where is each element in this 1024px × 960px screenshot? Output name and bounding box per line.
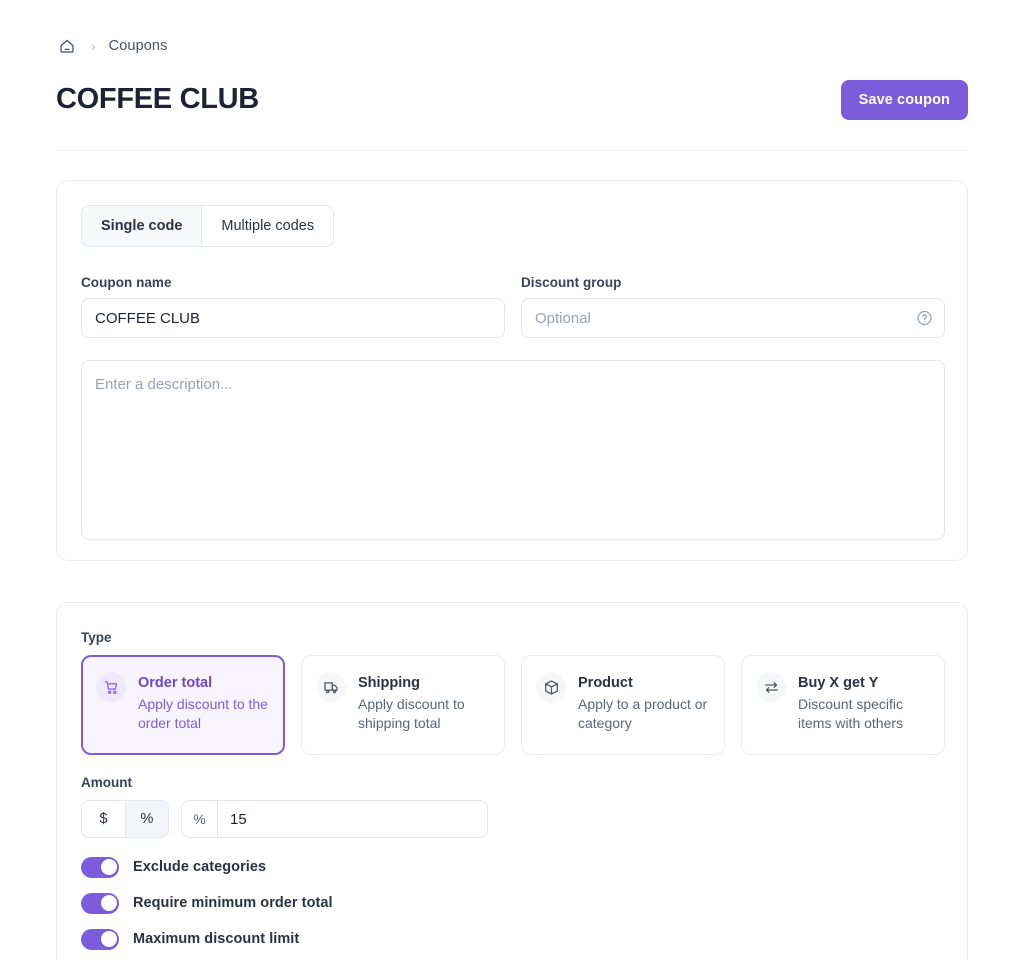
type-section-label: Type — [81, 630, 112, 645]
coupon-details-card: Single code Multiple codes Coupon name D… — [56, 180, 968, 561]
toggle-row-exclude-categories[interactable]: Exclude categories — [81, 856, 333, 878]
type-option-title: Order total — [138, 675, 213, 691]
question-circle-icon[interactable] — [916, 310, 933, 327]
require-minimum-order-total-switch[interactable] — [81, 892, 119, 914]
coupon-type-card: Type Order total Apply discount to the o… — [56, 602, 968, 960]
toggle-row-require-minimum-order-total[interactable]: Require minimum order total — [81, 892, 333, 914]
home-icon[interactable] — [56, 35, 78, 57]
type-option-description: Apply discount to the order total — [138, 695, 268, 732]
type-option-text: Shipping Apply discount to shipping tota… — [358, 674, 490, 734]
type-option-title: Shipping — [358, 675, 421, 691]
breadcrumb-item-coupons[interactable]: Coupons — [109, 38, 168, 54]
type-option-description: Discount specific items with others — [798, 695, 904, 732]
type-option-buy-x-get-y[interactable]: Buy X get Y Discount specific items with… — [741, 655, 945, 755]
type-option-shipping[interactable]: Shipping Apply discount to shipping tota… — [301, 655, 505, 755]
amount-unit-currency[interactable]: $ — [82, 801, 125, 837]
amount-input[interactable] — [218, 801, 487, 837]
page-title: COFFEE CLUB — [56, 83, 259, 116]
type-option-description: Apply discount to shipping total — [358, 695, 465, 732]
shopping-cart-icon — [96, 672, 126, 702]
type-option-text: Product Apply to a product or category — [578, 674, 710, 734]
coupon-name-input[interactable] — [81, 298, 505, 338]
box-icon — [536, 672, 566, 702]
truck-icon — [316, 672, 346, 702]
code-mode-segmented-control[interactable]: Single code Multiple codes — [81, 205, 335, 247]
type-option-product[interactable]: Product Apply to a product or category — [521, 655, 725, 755]
amount-unit-toggle[interactable]: $ % — [81, 800, 169, 838]
header-divider — [56, 150, 968, 151]
exclude-categories-label: Exclude categories — [133, 859, 267, 875]
switch-knob — [100, 859, 117, 875]
type-option-title: Product — [578, 675, 633, 691]
amount-input-group: % — [181, 800, 488, 838]
type-option-title: Buy X get Y — [798, 675, 879, 691]
save-coupon-button[interactable]: Save coupon — [840, 80, 968, 120]
description-textarea[interactable] — [81, 360, 945, 540]
coupon-editor-page: › Coupons COFFEE CLUB Save coupon Single… — [0, 0, 1024, 960]
type-option-order-total[interactable]: Order total Apply discount to the order … — [81, 655, 285, 755]
exclude-categories-switch[interactable] — [81, 856, 119, 878]
amount-label: Amount — [81, 775, 132, 790]
coupon-options-toggle-list: Exclude categories Require minimum order… — [81, 856, 333, 950]
page-header: COFFEE CLUB Save coupon — [56, 78, 968, 122]
breadcrumb-separator: › — [91, 37, 96, 54]
coupon-name-input-wrap — [81, 298, 505, 338]
tab-single-code[interactable]: Single code — [82, 206, 202, 246]
tab-multiple-codes[interactable]: Multiple codes — [201, 206, 334, 246]
coupon-name-label: Coupon name — [81, 275, 172, 290]
switch-knob — [100, 895, 117, 911]
type-options-grid: Order total Apply discount to the order … — [81, 655, 945, 755]
discount-group-field-group: Discount group — [521, 275, 945, 338]
discount-group-label: Discount group — [521, 275, 622, 290]
type-option-description: Apply to a product or category — [578, 695, 708, 732]
discount-group-input-wrap — [521, 298, 945, 338]
require-minimum-order-total-label: Require minimum order total — [133, 895, 333, 911]
maximum-discount-limit-label: Maximum discount limit — [133, 931, 300, 947]
type-option-text: Buy X get Y Discount specific items with… — [798, 674, 930, 734]
breadcrumb: › Coupons — [56, 33, 167, 59]
maximum-discount-limit-switch[interactable] — [81, 928, 119, 950]
amount-unit-percent[interactable]: % — [125, 801, 168, 837]
toggle-row-maximum-discount-limit[interactable]: Maximum discount limit — [81, 928, 333, 950]
discount-group-input[interactable] — [521, 298, 945, 338]
amount-row: $ % % — [81, 800, 488, 838]
swap-arrows-icon — [756, 672, 786, 702]
type-option-text: Order total Apply discount to the order … — [138, 674, 270, 734]
details-fields-row: Coupon name Discount group — [81, 275, 945, 338]
amount-prefix-label: % — [182, 801, 218, 837]
switch-knob — [100, 931, 117, 947]
coupon-name-field-group: Coupon name — [81, 275, 505, 338]
